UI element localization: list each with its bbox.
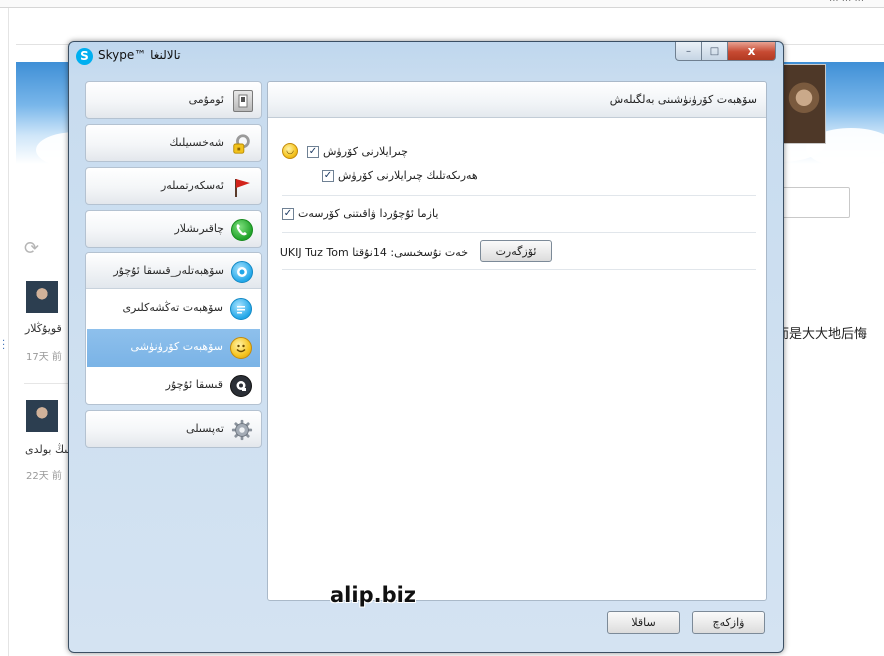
cancel-button[interactable]: ۋازكەچ bbox=[692, 611, 765, 634]
post-time: 17天 前 bbox=[26, 352, 62, 363]
avatar[interactable] bbox=[26, 400, 58, 432]
change-font-button[interactable]: ئۆزگەرت bbox=[480, 240, 552, 262]
post-text: يىڭ بولدى bbox=[25, 443, 71, 456]
sidebar-item-advanced[interactable]: تەپسىلى bbox=[85, 410, 262, 448]
title-bar[interactable]: S Skype™ تالالنغا – □ x bbox=[69, 42, 783, 70]
option-label: چىرايلارنى كۆرۈش bbox=[323, 145, 408, 158]
panel-header: سۆھبەت كۆرۈنۈشىنى بەلگىلەش bbox=[268, 82, 766, 118]
divider bbox=[282, 269, 756, 270]
skype-options-window: S Skype™ تالالنغا – □ x ئومۇمى شەخسىيلىك… bbox=[68, 41, 784, 653]
sidebar-item-label: ئومۇمى bbox=[188, 93, 224, 106]
sidebar-item-im-sms[interactable]: سۆھبەتلەر_قىسقا ئۇچۇر bbox=[86, 253, 261, 289]
option-label: ھەرىكەتلىك چىرايلارنى كۆرۈش bbox=[338, 169, 478, 182]
sidebar-subitem-im-appearance[interactable]: سۆھبەت كۆرۈنۈشى bbox=[87, 329, 260, 367]
maximize-button[interactable]: □ bbox=[702, 42, 728, 61]
show-timestamps-checkbox[interactable]: ✓ bbox=[282, 207, 294, 220]
sidebar-item-general[interactable]: ئومۇمى bbox=[85, 81, 262, 119]
sidebar-item-notifications[interactable]: ئەسكەرتمىلەر bbox=[85, 167, 262, 205]
sidebar-item-label: ئەسكەرتمىلەر bbox=[160, 179, 224, 192]
keys-lock-icon bbox=[231, 133, 253, 155]
avatar[interactable] bbox=[26, 281, 58, 313]
option-label: يازما ئۇچۇردا ۋاقىتنى كۆرسەت bbox=[298, 207, 439, 220]
close-button[interactable]: x bbox=[728, 42, 776, 61]
smiley-icon: ◡ bbox=[282, 143, 298, 159]
switch-icon bbox=[233, 90, 253, 112]
post-time: 22天 前 bbox=[26, 471, 62, 482]
divider bbox=[282, 195, 756, 196]
sidebar-item-calls[interactable]: چاقىرىشلار bbox=[85, 210, 262, 248]
post-text: قويۇڭلار bbox=[25, 322, 62, 335]
sidebar-item-label: سۆھبەت تەڭشەكلىرى bbox=[122, 301, 223, 314]
window-title: Skype™ تالالنغا bbox=[98, 48, 181, 62]
sidebar-subitem-sms[interactable]: قىسقا ئۇچۇر bbox=[87, 367, 260, 404]
sidebar-item-label: قىسقا ئۇچۇر bbox=[165, 378, 223, 391]
browser-top-bar: ... ... ... bbox=[0, 0, 884, 8]
show-emoticons-checkbox[interactable]: ✓ bbox=[307, 145, 319, 158]
phone-icon bbox=[231, 219, 253, 241]
divider bbox=[282, 232, 756, 233]
sidebar-item-label: چاقىرىشلار bbox=[174, 222, 224, 235]
sidebar-item-privacy[interactable]: شەخسىيلىك bbox=[85, 124, 262, 162]
chat-settings-icon bbox=[230, 298, 252, 320]
post-divider bbox=[24, 383, 69, 384]
flag-icon bbox=[231, 176, 253, 198]
background-search-input[interactable] bbox=[782, 187, 850, 218]
option-show-emoticons[interactable]: ✓ چىرايلارنى كۆرۈش bbox=[307, 145, 408, 158]
save-button[interactable]: ساقلا bbox=[607, 611, 680, 634]
post-text-right: 而是大大地后悔 bbox=[776, 327, 868, 342]
option-show-animated-emoticons[interactable]: ✓ ھەرىكەتلىك چىرايلارنى كۆرۈش bbox=[322, 169, 478, 182]
sidebar-item-label: شەخسىيلىك bbox=[169, 136, 224, 149]
page-left-border bbox=[8, 8, 9, 656]
sidebar-subitem-im-settings[interactable]: سۆھبەت تەڭشەكلىرى bbox=[87, 290, 260, 328]
chat-bubble-icon bbox=[231, 261, 253, 283]
smiley-icon bbox=[230, 337, 252, 359]
minimize-button[interactable]: – bbox=[675, 42, 702, 61]
window-controls: – □ x bbox=[675, 42, 779, 61]
sidebar-group-im: سۆھبەتلەر_قىسقا ئۇچۇر سۆھبەت تەڭشەكلىرى … bbox=[85, 252, 262, 405]
settings-panel: سۆھبەت كۆرۈنۈشىنى بەلگىلەش ◡ ✓ چىرايلارن… bbox=[267, 81, 767, 601]
skype-logo-icon: S bbox=[76, 48, 93, 65]
gear-icon bbox=[231, 419, 253, 441]
watermark-text: alip.biz bbox=[330, 583, 417, 607]
sidebar-item-label: تەپسىلى bbox=[186, 422, 224, 435]
sms-icon bbox=[230, 375, 252, 397]
font-info-label: خەت نۇسخىسى: 14نۇقتا UKIJ Tuz Tom bbox=[279, 246, 468, 259]
left-edge-marker: · · · bbox=[2, 336, 6, 355]
refresh-icon[interactable]: ⟳ bbox=[24, 238, 39, 259]
profile-cover-photo bbox=[782, 64, 826, 144]
option-show-timestamps[interactable]: ✓ يازما ئۇچۇردا ۋاقىتنى كۆرسەت bbox=[282, 207, 438, 220]
top-bar-text: ... ... ... bbox=[829, 0, 864, 4]
sidebar-item-label: سۆھبەت كۆرۈنۈشى bbox=[130, 340, 223, 353]
panel-title: سۆھبەت كۆرۈنۈشىنى بەلگىلەش bbox=[609, 93, 757, 106]
show-animated-emoticons-checkbox[interactable]: ✓ bbox=[322, 169, 334, 182]
sidebar-item-label: سۆھبەتلەر_قىسقا ئۇچۇر bbox=[113, 264, 224, 277]
